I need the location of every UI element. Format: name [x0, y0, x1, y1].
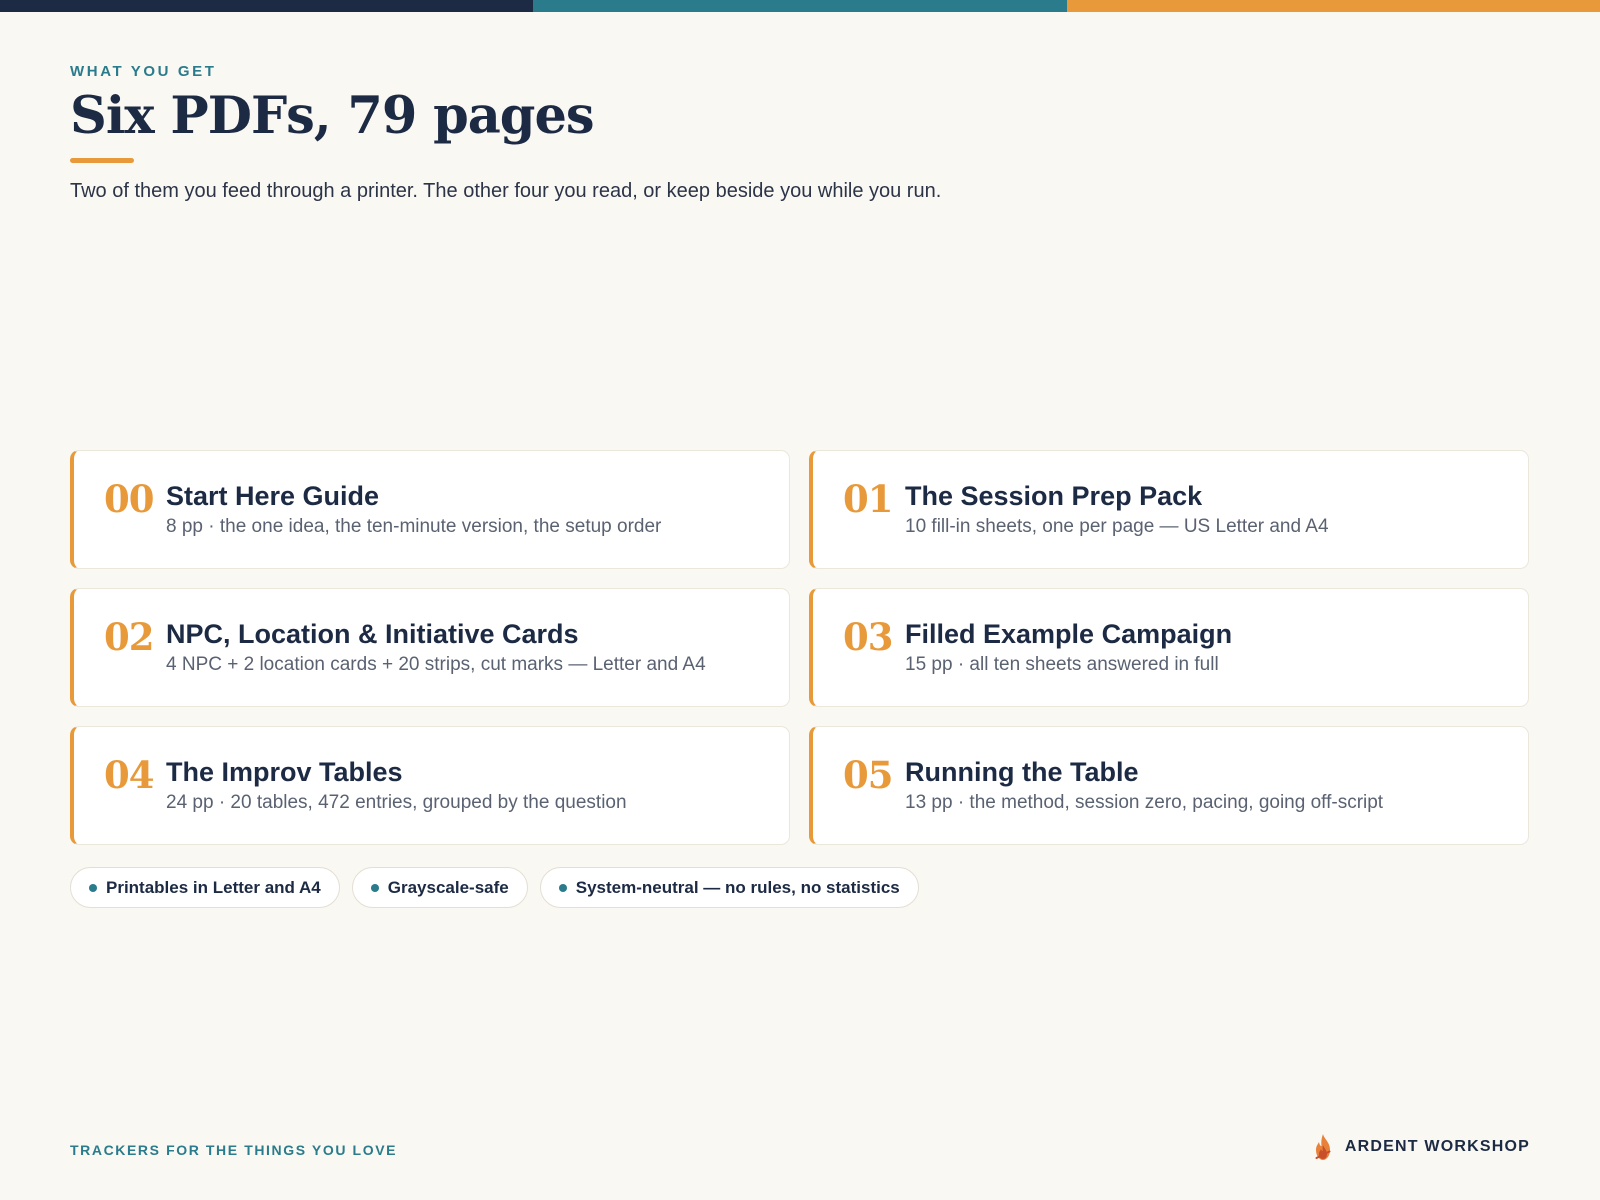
feature-pill: Printables in Letter and A4 — [70, 867, 340, 908]
pdf-card: 04 The Improv Tables 24 pp · 20 tables, … — [70, 726, 790, 845]
card-title: Filled Example Campaign — [905, 619, 1233, 649]
card-description: 8 pp · the one idea, the ten-minute vers… — [166, 516, 662, 537]
footer-brand: ARDENT WORKSHOP — [1311, 1133, 1530, 1161]
section-eyebrow: WHAT YOU GET — [70, 63, 217, 80]
pdf-card: 03 Filled Example Campaign 15 pp · all t… — [809, 588, 1529, 707]
footer-tagline: TRACKERS FOR THE THINGS YOU LOVE — [70, 1142, 398, 1158]
card-description: 24 pp · 20 tables, 472 entries, grouped … — [166, 792, 627, 813]
card-title: The Session Prep Pack — [905, 481, 1203, 511]
top-color-bar — [0, 0, 1600, 12]
card-number: 04 — [104, 753, 154, 797]
bullet-dot-icon — [370, 883, 379, 892]
feature-pill: System-neutral — no rules, no statistics — [539, 867, 919, 908]
flame-logo-icon — [1315, 1134, 1331, 1160]
card-description: 13 pp · the method, session zero, pacing… — [905, 792, 1384, 813]
pill-label: Grayscale-safe — [387, 877, 509, 897]
page-title: Six PDFs, 79 pages — [70, 86, 595, 146]
card-title: NPC, Location & Initiative Cards — [166, 619, 579, 649]
card-number: 05 — [843, 753, 893, 797]
card-number: 01 — [843, 477, 893, 521]
card-description: 15 pp · all ten sheets answered in full — [905, 654, 1219, 675]
card-description: 10 fill-in sheets, one per page — US Let… — [905, 516, 1329, 537]
pdf-card-grid: 00 Start Here Guide 8 pp · the one idea,… — [70, 450, 1530, 845]
bullet-dot-icon — [558, 883, 567, 892]
pdf-card: 05 Running the Table 13 pp · the method,… — [809, 726, 1529, 845]
brand-name: ARDENT WORKSHOP — [1344, 1138, 1530, 1155]
feature-pills: Printables in Letter and A4 Grayscale-sa… — [70, 867, 919, 908]
pill-label: System-neutral — no rules, no statistics — [575, 877, 900, 897]
title-underline — [70, 158, 134, 163]
pill-label: Printables in Letter and A4 — [106, 877, 321, 897]
pdf-card: 02 NPC, Location & Initiative Cards 4 NP… — [70, 588, 790, 707]
top-bar-segment-orange — [1066, 0, 1600, 12]
top-bar-segment-teal — [533, 0, 1067, 12]
card-title: Running the Table — [905, 757, 1139, 787]
card-number: 02 — [104, 615, 154, 659]
card-title: Start Here Guide — [166, 481, 380, 511]
card-description: 4 NPC + 2 location cards + 20 strips, cu… — [166, 654, 706, 675]
card-number: 03 — [843, 615, 893, 659]
card-title: The Improv Tables — [166, 757, 403, 787]
card-number: 00 — [104, 477, 154, 521]
bullet-dot-icon — [89, 883, 97, 892]
page-subtitle: Two of them you feed through a printer. … — [70, 180, 942, 202]
top-bar-segment-navy — [0, 0, 534, 12]
feature-pill: Grayscale-safe — [351, 867, 528, 908]
pdf-card: 01 The Session Prep Pack 10 fill-in shee… — [809, 450, 1529, 569]
pdf-card: 00 Start Here Guide 8 pp · the one idea,… — [70, 450, 790, 569]
